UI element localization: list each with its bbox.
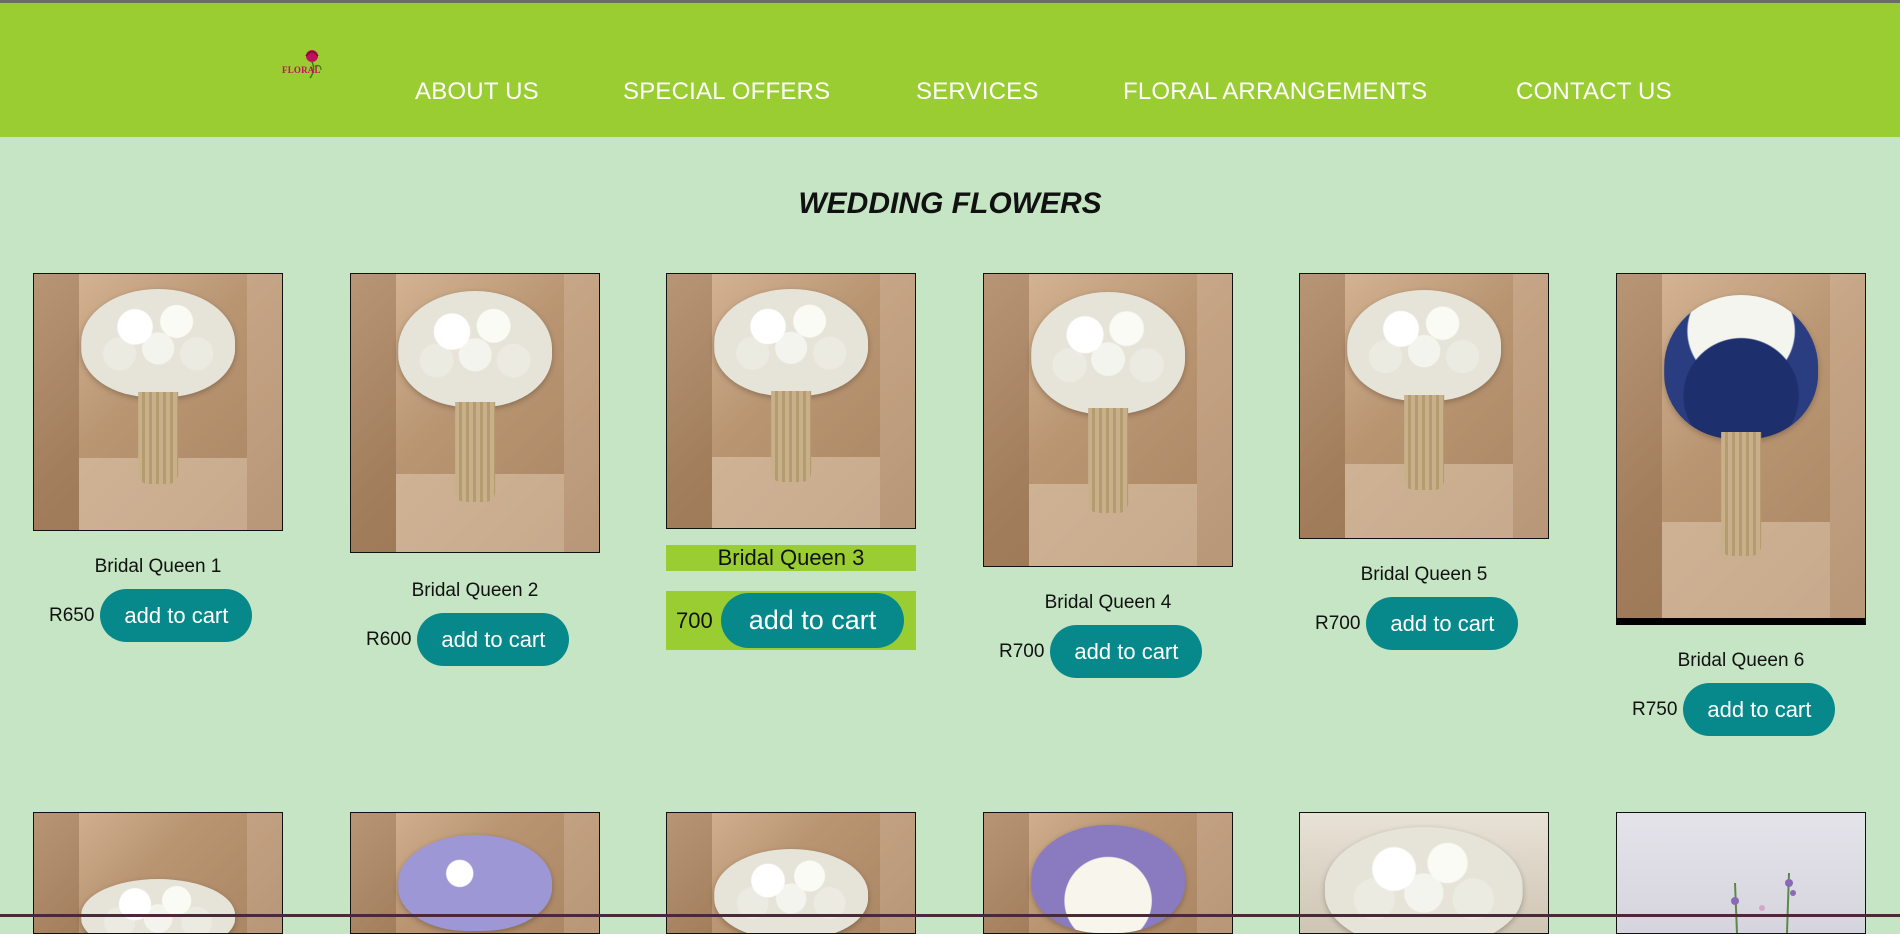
logo-text: FLORAL (282, 65, 321, 75)
nav-floral-arrangements[interactable]: FLORAL ARRANGEMENTS (1123, 78, 1427, 106)
product-buy-row: R600 add to cart (350, 613, 600, 666)
product-name: Bridal Queen 5 (1360, 564, 1488, 585)
add-to-cart-button[interactable]: add to cart (417, 613, 570, 666)
product-name: Bridal Queen 3 (666, 545, 916, 571)
product-buy-row: R750 add to cart (1616, 683, 1866, 736)
nav-services[interactable]: SERVICES (916, 78, 1039, 106)
product-buy-row: R700 add to cart (1299, 597, 1549, 650)
product-card: Bridal Queen 2 R600 add to cart (350, 273, 600, 666)
product-name: Bridal Queen 6 (1677, 650, 1805, 671)
product-price: 700 (676, 607, 713, 633)
product-name: Bridal Queen 2 (411, 580, 539, 601)
page-title: WEDDING FLOWERS (798, 187, 1102, 220)
add-to-cart-button[interactable]: add to cart (1050, 625, 1203, 678)
product-price: R600 (366, 628, 412, 650)
add-to-cart-button[interactable]: add to cart (1683, 683, 1836, 736)
nav-about-us[interactable]: ABOUT US (415, 78, 539, 106)
product-buy-row: R700 add to cart (983, 625, 1233, 678)
product-card (983, 812, 1233, 934)
product-buy-row: R650 add to cart (33, 589, 283, 642)
product-card: Bridal Queen 3 700 add to cart (666, 273, 916, 650)
product-card (350, 812, 600, 934)
product-card: Bridal Queen 4 R700 add to cart (983, 273, 1233, 678)
product-image[interactable] (1299, 273, 1549, 539)
add-to-cart-button[interactable]: add to cart (720, 593, 905, 648)
product-price: R700 (1315, 612, 1361, 634)
product-card (33, 812, 283, 934)
product-price: R750 (1632, 698, 1678, 720)
product-card: Bridal Queen 1 R650 add to cart (33, 273, 283, 642)
product-image[interactable] (1616, 273, 1866, 625)
add-to-cart-button[interactable]: add to cart (100, 589, 253, 642)
site-header: FLORAL ABOUT US SPECIAL OFFERS SERVICES … (0, 3, 1900, 137)
product-card (666, 812, 916, 934)
product-image[interactable] (33, 273, 283, 531)
product-card (1299, 812, 1549, 934)
nav-special-offers[interactable]: SPECIAL OFFERS (623, 78, 830, 106)
nav-contact-us[interactable]: CONTACT US (1516, 78, 1672, 106)
product-card: Bridal Queen 6 R750 add to cart (1616, 273, 1866, 736)
product-image[interactable] (350, 273, 600, 553)
product-name: Bridal Queen 4 (1044, 592, 1172, 613)
add-to-cart-button[interactable]: add to cart (1366, 597, 1519, 650)
product-name: Bridal Queen 1 (94, 556, 222, 577)
product-buy-row: 700 add to cart (666, 591, 916, 650)
floral-logo[interactable]: FLORAL (280, 48, 330, 82)
product-price: R700 (999, 640, 1045, 662)
product-card (1616, 812, 1866, 934)
product-image[interactable] (666, 273, 916, 529)
product-price: R650 (49, 604, 95, 626)
product-image[interactable] (983, 273, 1233, 567)
product-card: Bridal Queen 5 R700 add to cart (1299, 273, 1549, 650)
